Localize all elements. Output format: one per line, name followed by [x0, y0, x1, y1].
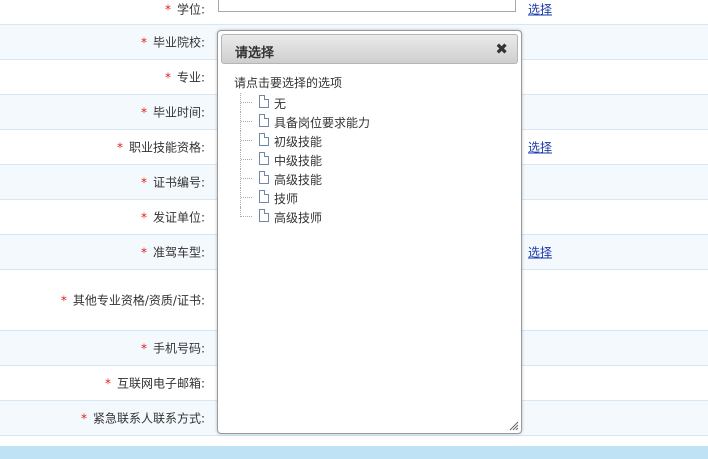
major-label-text: 专业:	[176, 70, 205, 85]
dialog-title: 请选择	[235, 46, 275, 61]
other-cert-label: * 其他专业资格/资质/证书:	[61, 292, 205, 309]
tree-item-label[interactable]: 高级技能	[274, 171, 322, 188]
document-icon	[259, 190, 269, 203]
required-mark: *	[116, 140, 123, 155]
document-icon	[259, 152, 269, 165]
tree-item-senior[interactable]: 高级技能	[236, 169, 436, 188]
tree-item-intermediate[interactable]: 中级技能	[236, 150, 436, 169]
tree-connector	[241, 178, 252, 180]
issuer-label: * 发证单位:	[141, 209, 205, 226]
required-mark: *	[140, 245, 147, 260]
required-mark: *	[60, 293, 67, 308]
resize-grip-icon[interactable]	[509, 421, 519, 431]
tree-item-label[interactable]: 无	[274, 95, 286, 112]
license-select-link[interactable]: 选择	[528, 244, 552, 261]
grad-time-label-text: 毕业时间:	[152, 105, 205, 120]
tree-item-label[interactable]: 具备岗位要求能力	[274, 114, 370, 131]
document-icon	[259, 171, 269, 184]
tree-item-junior[interactable]: 初级技能	[236, 131, 436, 150]
footer-bar	[0, 446, 708, 459]
select-dialog: 请选择 ✖ 请点击要选择的选项 无 具备岗位要求能力 初级技能 中级技能 高级技…	[217, 30, 522, 434]
form-row-degree: * 学位: 选择	[0, 0, 708, 25]
required-mark: *	[164, 2, 171, 17]
tree-connector	[241, 140, 252, 142]
email-label-text: 互联网电子邮箱:	[116, 376, 205, 391]
required-mark: *	[140, 210, 147, 225]
tree-connector	[241, 102, 252, 104]
tree-connector	[241, 216, 252, 218]
dialog-titlebar[interactable]: 请选择 ✖	[221, 34, 518, 64]
required-mark: *	[140, 105, 147, 120]
license-label-text: 准驾车型:	[152, 245, 205, 260]
document-icon	[259, 95, 269, 108]
skill-label-text: 职业技能资格:	[128, 140, 205, 155]
required-mark: *	[164, 70, 171, 85]
license-label: * 准驾车型:	[141, 244, 205, 261]
tree-connector	[241, 121, 252, 123]
tree-connector	[241, 159, 252, 161]
document-icon	[259, 114, 269, 127]
tree-item-label[interactable]: 高级技师	[274, 209, 322, 226]
tree-item-label[interactable]: 中级技能	[274, 152, 322, 169]
required-mark: *	[140, 35, 147, 50]
tree-item-none[interactable]: 无	[236, 93, 436, 112]
emergency-label: * 紧急联系人联系方式:	[81, 410, 205, 427]
dialog-hint: 请点击要选择的选项	[234, 76, 343, 90]
required-mark: *	[104, 376, 111, 391]
tree-item-label[interactable]: 初级技能	[274, 133, 322, 150]
other-cert-label-text: 其他专业资格/资质/证书:	[72, 293, 205, 308]
skill-label: * 职业技能资格:	[117, 139, 205, 156]
issuer-label-text: 发证单位:	[152, 210, 205, 225]
tree-connector	[241, 197, 252, 199]
skill-select-link[interactable]: 选择	[528, 139, 552, 156]
document-icon	[259, 209, 269, 222]
tree-item-technician[interactable]: 技师	[236, 188, 436, 207]
document-icon	[259, 133, 269, 146]
phone-label: * 手机号码:	[141, 340, 205, 357]
required-mark: *	[140, 341, 147, 356]
phone-label-text: 手机号码:	[152, 341, 205, 356]
email-label: * 互联网电子邮箱:	[105, 375, 205, 392]
tree-item-senior-technician[interactable]: 高级技师	[236, 207, 436, 226]
degree-label: * 学位:	[165, 1, 205, 18]
degree-select-link[interactable]: 选择	[528, 1, 552, 18]
school-label: * 毕业院校:	[141, 34, 205, 51]
close-icon[interactable]: ✖	[495, 40, 508, 58]
degree-input[interactable]	[218, 0, 516, 12]
required-mark: *	[140, 175, 147, 190]
major-label: * 专业:	[165, 69, 205, 86]
required-mark: *	[80, 411, 87, 426]
cert-no-label: * 证书编号:	[141, 174, 205, 191]
cert-no-label-text: 证书编号:	[152, 175, 205, 190]
tree-item-label[interactable]: 技师	[274, 190, 298, 207]
grad-time-label: * 毕业时间:	[141, 104, 205, 121]
tree-item-basic-ability[interactable]: 具备岗位要求能力	[236, 112, 436, 131]
school-label-text: 毕业院校:	[152, 35, 205, 50]
emergency-label-text: 紧急联系人联系方式:	[92, 411, 205, 426]
degree-label-text: 学位:	[176, 2, 205, 17]
